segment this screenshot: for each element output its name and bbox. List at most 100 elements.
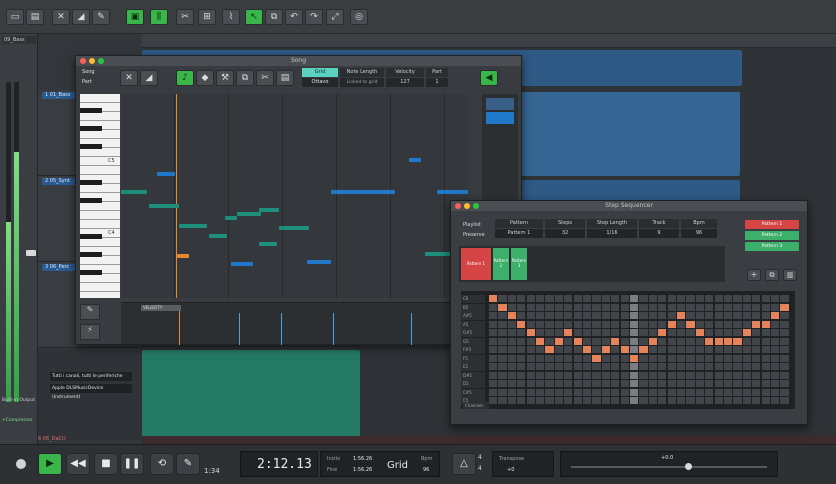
step-cell[interactable] bbox=[536, 380, 545, 388]
midi-note[interactable] bbox=[209, 234, 227, 238]
step-cell[interactable] bbox=[630, 363, 639, 371]
step-cell[interactable] bbox=[507, 312, 516, 320]
step-cell[interactable] bbox=[686, 371, 695, 379]
step-cell[interactable] bbox=[658, 329, 667, 337]
midi-input[interactable]: Tutti i canali, tutti le periferiche bbox=[50, 372, 132, 381]
step-cell[interactable] bbox=[536, 295, 545, 303]
step-cell[interactable] bbox=[686, 337, 695, 345]
step-cell[interactable] bbox=[771, 388, 780, 396]
midi-note[interactable] bbox=[177, 254, 189, 258]
step-cell[interactable] bbox=[639, 303, 648, 311]
split-icon[interactable]: ⌇ bbox=[222, 9, 240, 25]
step-cell[interactable] bbox=[780, 363, 789, 371]
step-cell[interactable] bbox=[705, 388, 714, 396]
step-cell[interactable] bbox=[752, 397, 761, 405]
pattern-list-item[interactable]: Pattern 3 bbox=[745, 242, 799, 251]
note-icon[interactable]: ♪ bbox=[176, 70, 194, 86]
step-cell[interactable] bbox=[705, 380, 714, 388]
step-cell[interactable] bbox=[564, 397, 573, 405]
stop-icon[interactable]: ■ bbox=[94, 453, 118, 475]
step-cell[interactable] bbox=[601, 312, 610, 320]
step-cell[interactable] bbox=[771, 380, 780, 388]
step-cell[interactable] bbox=[489, 388, 498, 396]
step-cell[interactable] bbox=[733, 380, 742, 388]
step-cell[interactable] bbox=[761, 363, 770, 371]
step-cell[interactable] bbox=[677, 388, 686, 396]
step-cell[interactable] bbox=[780, 371, 789, 379]
step-cell[interactable] bbox=[526, 354, 535, 362]
step-cell[interactable] bbox=[658, 312, 667, 320]
copy-icon[interactable]: ⧉ bbox=[765, 269, 779, 281]
step-cell[interactable] bbox=[780, 354, 789, 362]
step-cell[interactable] bbox=[536, 329, 545, 337]
step-cell[interactable] bbox=[742, 329, 751, 337]
step-cell[interactable] bbox=[583, 295, 592, 303]
step-cell[interactable] bbox=[639, 380, 648, 388]
step-cell[interactable] bbox=[601, 371, 610, 379]
step-cell[interactable] bbox=[592, 329, 601, 337]
step-cell[interactable] bbox=[498, 388, 507, 396]
step-cell[interactable] bbox=[695, 320, 704, 328]
step-cell[interactable] bbox=[761, 329, 770, 337]
midi-note[interactable] bbox=[157, 172, 175, 176]
step-cell[interactable] bbox=[705, 363, 714, 371]
step-cell[interactable] bbox=[724, 380, 733, 388]
step-cell[interactable] bbox=[771, 363, 780, 371]
step-cell[interactable] bbox=[573, 354, 582, 362]
step-cell[interactable] bbox=[573, 397, 582, 405]
window-zoom-button[interactable] bbox=[98, 58, 104, 64]
step-cell[interactable] bbox=[564, 303, 573, 311]
step-cell[interactable] bbox=[686, 397, 695, 405]
step-cell[interactable] bbox=[517, 346, 526, 354]
step-cell[interactable] bbox=[752, 388, 761, 396]
step-cell[interactable] bbox=[498, 295, 507, 303]
step-cell[interactable] bbox=[601, 303, 610, 311]
new-icon[interactable]: ▭ bbox=[6, 9, 24, 25]
step-cell[interactable] bbox=[507, 320, 516, 328]
step-cell[interactable] bbox=[733, 397, 742, 405]
step-cell[interactable] bbox=[733, 303, 742, 311]
signature-top[interactable]: 4 bbox=[478, 454, 482, 461]
step-cell[interactable] bbox=[564, 363, 573, 371]
step-cell[interactable] bbox=[761, 397, 770, 405]
step-cell[interactable] bbox=[536, 320, 545, 328]
midi-note[interactable] bbox=[231, 262, 253, 266]
volume-fader[interactable] bbox=[26, 250, 36, 256]
step-cell[interactable] bbox=[545, 346, 554, 354]
step-cell[interactable] bbox=[771, 397, 780, 405]
step-cell[interactable] bbox=[733, 363, 742, 371]
step-cell[interactable] bbox=[667, 329, 676, 337]
scissors-icon[interactable]: ✂ bbox=[176, 9, 194, 25]
step-cell[interactable] bbox=[686, 320, 695, 328]
step-cell[interactable] bbox=[583, 363, 592, 371]
step-cell[interactable] bbox=[686, 380, 695, 388]
step-cell[interactable] bbox=[536, 371, 545, 379]
step-cell[interactable] bbox=[498, 320, 507, 328]
step-cell[interactable] bbox=[667, 320, 676, 328]
pattern-list-item[interactable]: Pattern 1 bbox=[745, 220, 799, 229]
step-cell[interactable] bbox=[658, 388, 667, 396]
step-cell[interactable] bbox=[639, 363, 648, 371]
step-cell[interactable] bbox=[620, 397, 629, 405]
step-cell[interactable] bbox=[489, 320, 498, 328]
scissors-icon[interactable]: ✂ bbox=[256, 70, 274, 86]
step-cell[interactable] bbox=[526, 337, 535, 345]
step-length-select[interactable]: 1/16 bbox=[587, 229, 637, 238]
step-cell[interactable] bbox=[489, 371, 498, 379]
step-cell[interactable] bbox=[705, 354, 714, 362]
step-cell[interactable] bbox=[489, 312, 498, 320]
step-cell[interactable] bbox=[714, 312, 723, 320]
step-cell[interactable] bbox=[658, 380, 667, 388]
step-cell[interactable] bbox=[733, 346, 742, 354]
step-cell[interactable] bbox=[554, 337, 563, 345]
step-cell[interactable] bbox=[639, 337, 648, 345]
step-cell[interactable] bbox=[507, 303, 516, 311]
step-cell[interactable] bbox=[695, 388, 704, 396]
step-cell[interactable] bbox=[667, 371, 676, 379]
step-cell[interactable] bbox=[630, 388, 639, 396]
step-cell[interactable] bbox=[526, 320, 535, 328]
step-cell[interactable] bbox=[752, 320, 761, 328]
step-grid[interactable]: C6 B5 A#5 A5 G#5 G5 F#5 F5 E5 D#5 D5 C#5 C5 bbox=[461, 291, 795, 409]
step-cell[interactable] bbox=[611, 354, 620, 362]
step-cell[interactable] bbox=[592, 354, 601, 362]
